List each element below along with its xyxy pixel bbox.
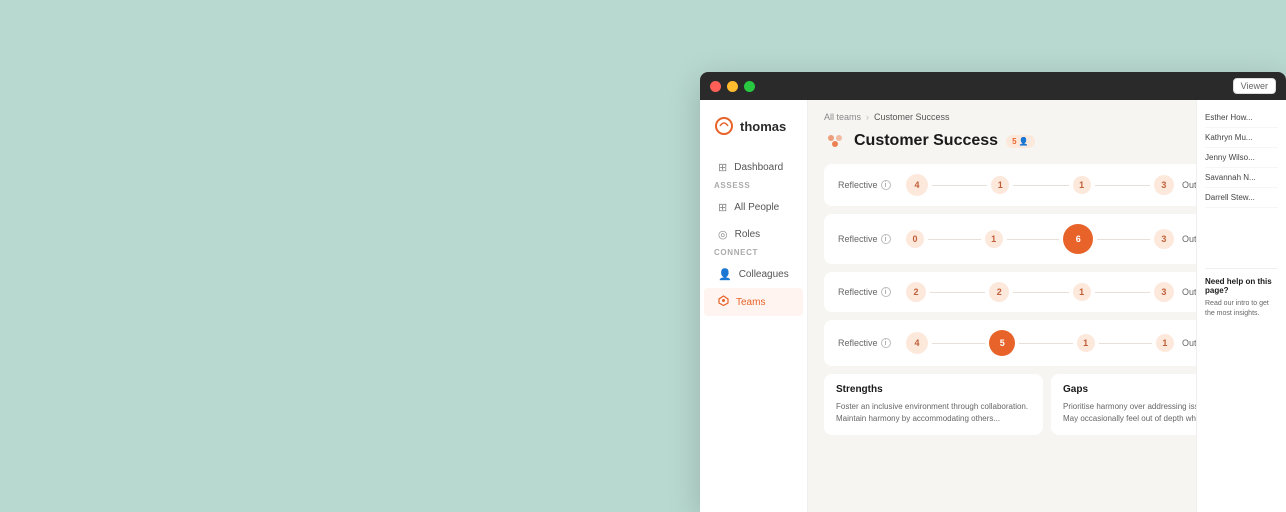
- bubble-1-2: 1: [1073, 176, 1091, 194]
- dashboard-icon: ⊞: [718, 161, 727, 174]
- roles-icon: ◎: [718, 228, 728, 241]
- score-line: [1019, 343, 1072, 344]
- sidebar-item-teams[interactable]: Teams: [704, 288, 803, 316]
- sidebar-item-label: Colleagues: [739, 269, 789, 280]
- bubble-1-0: 4: [906, 174, 928, 196]
- right-name-1: Esther How...: [1205, 108, 1278, 128]
- thomas-logo-icon: [714, 116, 734, 136]
- score-bar-3: 2 2 1 3: [906, 282, 1174, 302]
- right-names-panel: Esther How... Kathryn Mu... Jenny Wilso.…: [1196, 100, 1286, 512]
- score-line: [1095, 292, 1150, 293]
- strengths-text-1: Foster an inclusive environment through …: [836, 401, 1031, 413]
- bubble-3-0: 2: [906, 282, 926, 302]
- bubble-4-0: 4: [906, 332, 928, 354]
- score-line: [1099, 343, 1152, 344]
- score-bar-2: 0 1 6 3: [906, 224, 1174, 254]
- breadcrumb-separator: ›: [866, 112, 869, 122]
- score-bar-4: 4 5 1 1: [906, 330, 1174, 356]
- page-title-row: Customer Success 5 👤: [824, 130, 1035, 152]
- left-label-1: Reflective i: [838, 180, 898, 190]
- score-bar-1: 4 1 1 3: [906, 174, 1174, 196]
- right-name-3: Jenny Wilso...: [1205, 148, 1278, 168]
- teams-icon: [718, 295, 729, 309]
- sidebar-item-all-people[interactable]: ⊞ All People: [704, 194, 803, 221]
- logo-text: thomas: [740, 119, 786, 134]
- bubble-4-3: 1: [1156, 334, 1174, 352]
- sidebar-item-colleagues[interactable]: 👤 Colleagues: [704, 261, 803, 288]
- score-line: [932, 185, 987, 186]
- bubble-2-2: 6: [1063, 224, 1093, 254]
- strengths-title: Strengths: [836, 384, 1031, 395]
- help-panel: Need help on this page? Read our intro t…: [1205, 268, 1278, 319]
- strengths-card: Strengths Foster an inclusive environmen…: [824, 374, 1043, 435]
- viewer-badge: Viewer: [1233, 78, 1276, 94]
- info-icon-1[interactable]: i: [881, 180, 891, 190]
- score-line: [1013, 185, 1068, 186]
- team-icon: [824, 130, 846, 152]
- score-line: [930, 292, 985, 293]
- bubble-3-1: 2: [989, 282, 1009, 302]
- score-line: [1097, 239, 1150, 240]
- maximize-button[interactable]: [744, 81, 755, 92]
- right-name-5: Darrell Stew...: [1205, 188, 1278, 208]
- score-line: [1007, 239, 1060, 240]
- assess-section-label: ASSESS: [700, 181, 807, 194]
- browser-titlebar: Viewer: [700, 72, 1286, 100]
- breadcrumb-current: Customer Success: [874, 112, 950, 122]
- score-line: [928, 239, 981, 240]
- sidebar-item-roles[interactable]: ◎ Roles: [704, 221, 803, 248]
- bubble-2-3: 3: [1154, 229, 1174, 249]
- help-text: Read our intro to get the most insights.: [1205, 299, 1278, 319]
- strengths-text-2: Maintain harmony by accommodating others…: [836, 413, 1031, 425]
- sidebar-item-label: Teams: [736, 297, 765, 308]
- bubble-3-3: 3: [1154, 282, 1174, 302]
- bubble-3-2: 1: [1073, 283, 1091, 301]
- sidebar-item-label: All People: [734, 202, 779, 213]
- left-label-3: Reflective i: [838, 287, 898, 297]
- connect-section-label: CONNECT: [700, 248, 807, 261]
- left-label-4: Reflective i: [838, 338, 898, 348]
- logo-area: thomas: [700, 116, 807, 154]
- minimize-button[interactable]: [727, 81, 738, 92]
- info-icon-3[interactable]: i: [881, 287, 891, 297]
- bubble-2-1: 1: [985, 230, 1003, 248]
- breadcrumb-parent[interactable]: All teams: [824, 112, 861, 122]
- sidebar-item-label: Dashboard: [734, 162, 783, 173]
- right-name-2: Kathryn Mu...: [1205, 128, 1278, 148]
- bubble-1-3: 3: [1154, 175, 1174, 195]
- bubble-4-2: 1: [1077, 334, 1095, 352]
- page-title: Customer Success: [854, 132, 998, 150]
- sidebar-item-label: Roles: [735, 229, 761, 240]
- bubble-4-1: 5: [989, 330, 1015, 356]
- info-icon-4[interactable]: i: [881, 338, 891, 348]
- help-title: Need help on this page?: [1205, 277, 1278, 295]
- right-name-4: Savannah N...: [1205, 168, 1278, 188]
- member-badge: 5 👤: [1006, 135, 1035, 148]
- people-icon: ⊞: [718, 201, 727, 214]
- sidebar-item-dashboard[interactable]: ⊞ Dashboard: [704, 154, 803, 181]
- colleagues-icon: 👤: [718, 268, 732, 281]
- score-line: [1095, 185, 1150, 186]
- info-icon-2[interactable]: i: [881, 234, 891, 244]
- bubble-1-1: 1: [991, 176, 1009, 194]
- score-line: [932, 343, 985, 344]
- left-label-2: Reflective i: [838, 234, 898, 244]
- bubble-2-0: 0: [906, 230, 924, 248]
- score-line: [1013, 292, 1068, 293]
- sidebar: thomas ⊞ Dashboard ASSESS ⊞ All People ◎…: [700, 100, 808, 512]
- close-button[interactable]: [710, 81, 721, 92]
